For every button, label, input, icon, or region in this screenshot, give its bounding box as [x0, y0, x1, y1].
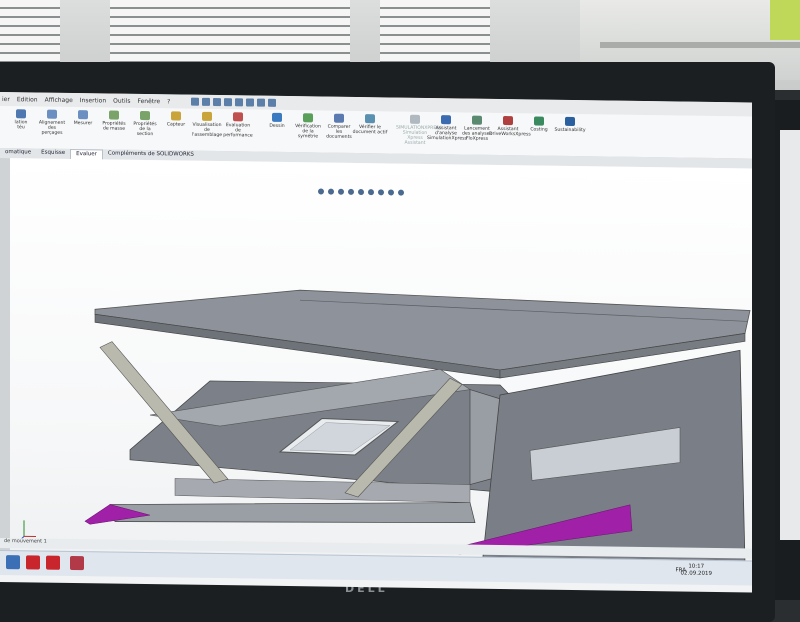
ribbon-icon-1	[47, 110, 57, 119]
second-monitor-screen	[780, 130, 800, 540]
ribbon-icon-0	[16, 109, 26, 118]
menu-item-4[interactable]: Outils	[113, 97, 130, 104]
ribbon-icon-8	[272, 113, 282, 122]
ribbon-label-7: Evaluation de performance	[219, 123, 257, 139]
ribbon-label-11: Vérifier le document actif	[351, 125, 389, 136]
menu-item-0[interactable]: ier	[2, 96, 10, 103]
menu-item-3[interactable]: Insertion	[80, 97, 106, 104]
clock-date: 02.09.2019	[681, 571, 713, 578]
menu-item-1[interactable]: Edition	[17, 96, 38, 103]
menu-item-2[interactable]: Affichage	[45, 96, 73, 103]
ribbon-icon-4	[140, 111, 150, 120]
new-file-icon[interactable]	[191, 98, 199, 106]
solidworks-taskbar-icon[interactable]	[26, 555, 40, 569]
ribbon-icon-17	[565, 117, 575, 126]
undo-icon[interactable]	[235, 98, 243, 106]
ribbon-button-7[interactable]: Evaluation de performance	[219, 112, 257, 139]
ribbon-icon-7	[233, 112, 243, 121]
ribbon-button-11[interactable]: Vérifier le document actif	[351, 114, 389, 136]
ribbon-icon-15	[503, 116, 513, 125]
ribbon-icon-14	[472, 116, 482, 125]
ribbon-icon-2	[78, 110, 88, 119]
taskbar-clock[interactable]: 10:17 02.09.2019	[681, 564, 713, 578]
ribbon-icon-10	[334, 114, 344, 123]
base-rail	[110, 498, 475, 527]
menu-item-6[interactable]: ?	[167, 98, 170, 105]
ribbon-icon-11	[365, 114, 375, 123]
print-icon[interactable]	[224, 98, 232, 106]
select-icon[interactable]	[246, 98, 254, 106]
rebuild-icon[interactable]	[257, 99, 265, 107]
green-box	[770, 0, 800, 40]
ribbon-icon-12	[410, 115, 420, 124]
tab-1[interactable]: Esquisse	[36, 149, 70, 159]
open-icon[interactable]	[202, 98, 210, 106]
ribbon-button-17[interactable]: Sustainability	[551, 117, 589, 134]
tab-2[interactable]: Evaluer	[70, 149, 103, 159]
quick-access-toolbar	[191, 98, 276, 107]
ribbon-icon-6	[202, 112, 212, 121]
ribbon-icon-3	[109, 111, 119, 120]
shelf-board	[600, 42, 800, 48]
menu-item-5[interactable]: Fenêtre	[137, 97, 160, 104]
save-icon[interactable]	[213, 98, 221, 106]
solidworks-taskbar-icon-2[interactable]	[46, 556, 60, 570]
tab-0[interactable]: omatique	[0, 148, 36, 159]
ribbon-icon-13	[441, 115, 451, 124]
ribbon-icon-16	[534, 116, 544, 125]
cad-model[interactable]	[0, 158, 752, 569]
cad-screen: ier Edition Affichage Insertion Outils Fenêtr…	[0, 92, 752, 593]
ribbon-icon-9	[303, 113, 313, 122]
options-icon[interactable]	[268, 99, 276, 107]
start-icon[interactable]	[6, 555, 20, 569]
ribbon-label-17: Sustainability	[551, 128, 589, 134]
ribbon-icon-5	[171, 111, 181, 120]
app-taskbar-icon[interactable]	[70, 556, 84, 570]
